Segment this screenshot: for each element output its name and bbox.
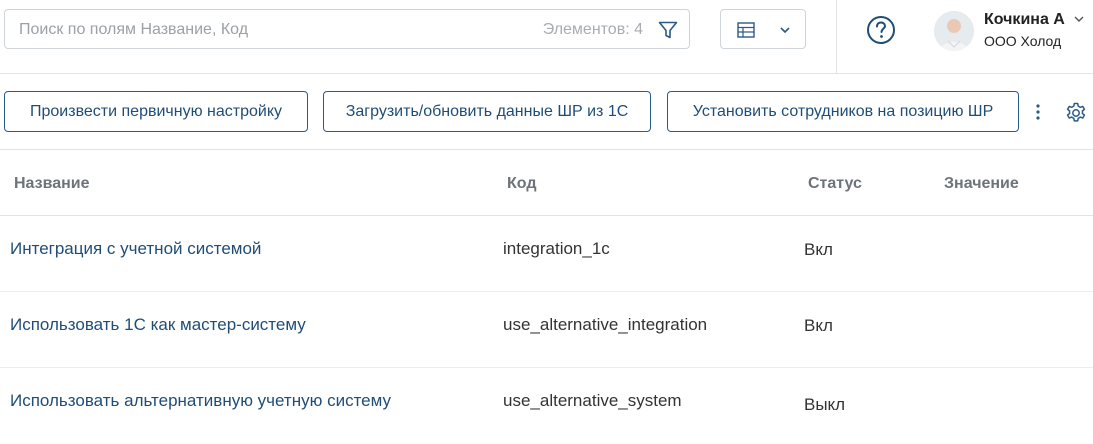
row-code: integration_1c	[503, 239, 610, 258]
avatar[interactable]	[934, 11, 974, 51]
kebab-menu-icon[interactable]	[1031, 103, 1045, 121]
table-row[interactable]: Использовать альтернативную учетную сист…	[0, 368, 1093, 444]
row-name-link[interactable]: Интеграция с учетной системой	[10, 239, 261, 259]
table-icon	[737, 22, 755, 38]
table-header: Название Код Статус Значение	[0, 151, 1093, 216]
assign-employees-button[interactable]: Установить сотрудников на позицию ШР	[667, 91, 1019, 132]
search-input[interactable]	[19, 19, 499, 41]
column-header-value[interactable]: Значение	[944, 175, 1019, 193]
row-status: Вкл	[804, 240, 833, 259]
header-divider	[836, 0, 837, 74]
row-status: Вкл	[804, 316, 833, 335]
top-bar: Элементов: 4 Кочкина А ОО	[0, 0, 1093, 74]
column-header-name[interactable]: Название	[14, 175, 90, 193]
load-update-data-button[interactable]: Загрузить/обновить данные ШР из 1С	[323, 91, 651, 132]
search-box[interactable]: Элементов: 4	[4, 9, 690, 49]
column-header-code[interactable]: Код	[507, 175, 536, 193]
row-name-link[interactable]: Использовать 1С как мастер-систему	[10, 315, 306, 335]
chevron-down-icon	[780, 27, 790, 34]
column-header-status[interactable]: Статус	[808, 175, 862, 193]
user-org: ООО Холод	[984, 33, 1062, 49]
question-circle-icon[interactable]	[866, 15, 896, 45]
user-menu-chevron-icon[interactable]	[1073, 15, 1085, 23]
gear-icon[interactable]	[1064, 101, 1088, 125]
table-row[interactable]: Использовать 1С как мастер-систему use_a…	[0, 292, 1093, 368]
user-name[interactable]: Кочкина А	[984, 11, 1065, 29]
table-row[interactable]: Интеграция с учетной системой integratio…	[0, 216, 1093, 292]
action-toolbar: Произвести первичную настройку Загрузить…	[0, 75, 1093, 150]
initial-setup-button[interactable]: Произвести первичную настройку	[4, 91, 308, 132]
filter-icon[interactable]	[657, 19, 679, 41]
row-status: Выкл	[804, 395, 846, 414]
row-code: use_alternative_system	[503, 391, 682, 410]
view-switcher-button[interactable]	[720, 9, 806, 49]
row-code: use_alternative_integration	[503, 315, 708, 334]
row-name-link[interactable]: Использовать альтернативную учетную сист…	[10, 391, 391, 411]
elements-count: Элементов: 4	[542, 21, 643, 38]
